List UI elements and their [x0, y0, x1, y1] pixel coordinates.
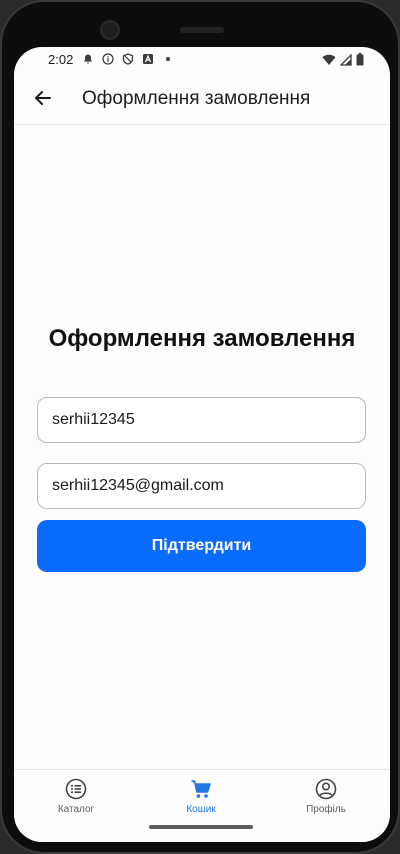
nav-label-profile: Профіль: [306, 804, 346, 815]
status-icons-right: [322, 53, 364, 66]
status-time: 2:02: [48, 52, 74, 67]
dot-icon: [166, 57, 170, 61]
back-button[interactable]: [28, 83, 58, 113]
wifi-icon: [322, 54, 336, 65]
speaker-grille: [180, 27, 224, 33]
page-heading: Оформлення замовлення: [48, 325, 356, 352]
arrow-left-icon: [35, 91, 51, 105]
notification-bell-icon: [84, 54, 92, 64]
appbar-title: Оформлення замовлення: [82, 88, 311, 109]
phone-frame: 2:02 Оформлення замовлення Оформлення за…: [0, 0, 400, 854]
signal-icon: [340, 53, 352, 66]
email-field[interactable]: [37, 463, 366, 509]
screen: 2:02 Оформлення замовлення Оформлення за…: [14, 47, 390, 842]
name-field[interactable]: [37, 397, 366, 443]
bottom-navigation: Каталог Кошик Профіль: [14, 769, 390, 842]
cart-icon: [191, 780, 211, 798]
nav-item-cart[interactable]: Кошик: [156, 778, 246, 815]
status-bar: 2:02: [14, 47, 390, 73]
nav-label-catalog: Каталог: [57, 804, 95, 815]
home-indicator: [149, 825, 253, 829]
nav-item-profile[interactable]: Профіль: [281, 778, 371, 815]
list-icon: [65, 778, 87, 800]
shield-icon: [122, 53, 134, 65]
nav-label-cart: Кошик: [186, 804, 216, 815]
info-icon: [102, 53, 114, 65]
app-bar: Оформлення замовлення: [14, 73, 390, 125]
account-icon: [315, 778, 337, 800]
confirm-button[interactable]: Підтвердити: [37, 520, 366, 572]
nav-item-catalog[interactable]: Каталог: [31, 778, 121, 815]
battery-icon: [356, 53, 364, 66]
front-camera: [100, 20, 120, 40]
a-box-icon: [143, 54, 153, 64]
